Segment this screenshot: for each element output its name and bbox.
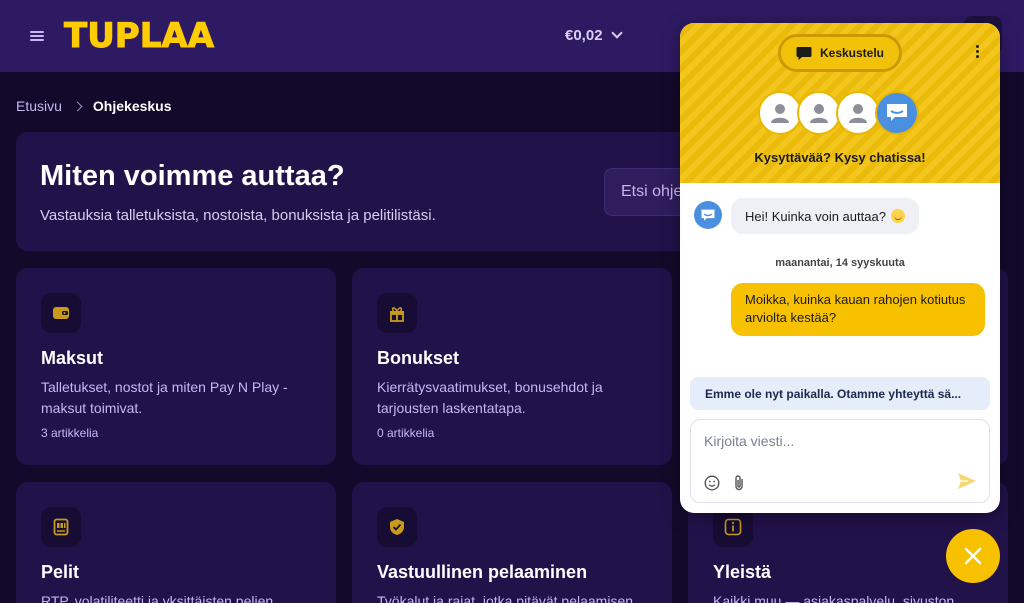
card-description: RTP, volatiliteetti ja yksittäisten peli… bbox=[41, 593, 274, 603]
balance-value: €0,02 bbox=[565, 27, 603, 44]
category-card-vastuullinen-pelaaminen[interactable]: Vastuullinen pelaaminen Työkalut ja raja… bbox=[352, 482, 672, 603]
card-description: Työkalut ja rajat, jotka pitävät pelaami… bbox=[377, 593, 634, 603]
page-subtitle: Vastauksia talletuksista, nostoista, bon… bbox=[40, 207, 436, 224]
breadcrumb-home-link[interactable]: Etusivu bbox=[16, 98, 62, 114]
chat-tab[interactable]: Keskustelu bbox=[778, 34, 902, 72]
offline-notice[interactable]: Emme ole nyt paikalla. Otamme yhteyttä s… bbox=[690, 377, 990, 410]
card-description: Kierrätysvaatimukset, bonusehdot ja tarj… bbox=[377, 379, 603, 416]
bot-message-text: Hei! Kuinka voin auttaa? bbox=[745, 208, 886, 224]
agent-avatars bbox=[758, 91, 928, 135]
card-title: Bonukset bbox=[377, 348, 460, 368]
bot-message-avatar-icon bbox=[694, 201, 722, 229]
close-icon bbox=[964, 547, 982, 565]
help-hero: Miten voimme auttaa? Vastauksia talletuk… bbox=[16, 132, 724, 251]
breadcrumb-current: Ohjekeskus bbox=[92, 98, 172, 114]
agent-avatar bbox=[836, 91, 880, 135]
card-title: Pelit bbox=[41, 562, 80, 582]
chat-header: Keskustelu Kysyttävää? Kysy chatissa! bbox=[680, 23, 1000, 183]
chat-tab-label: Keskustelu bbox=[819, 46, 885, 60]
breadcrumb: Etusivu Ohjekeskus bbox=[16, 98, 172, 114]
card-title: Vastuullinen pelaaminen bbox=[377, 562, 588, 582]
balance-dropdown[interactable]: €0,02 bbox=[565, 27, 623, 44]
card-article-count: 0 artikkelia bbox=[377, 426, 435, 440]
date-separator: maanantai, 14 syyskuuta bbox=[775, 257, 905, 269]
chat-launcher-button[interactable] bbox=[946, 529, 1000, 583]
more-options-icon[interactable] bbox=[976, 45, 980, 59]
agent-avatar bbox=[758, 91, 802, 135]
chevron-down-icon bbox=[610, 27, 623, 39]
bot-message: Hei! Kuinka voin auttaa? bbox=[731, 198, 919, 234]
send-icon[interactable] bbox=[957, 472, 977, 490]
smile-emoji-icon bbox=[890, 209, 905, 223]
chevron-right-icon bbox=[72, 101, 83, 111]
agent-avatar bbox=[797, 91, 841, 135]
category-card-bonukset[interactable]: Bonukset Kierrätysvaatimukset, bonusehdo… bbox=[352, 268, 672, 465]
card-description: Talletukset, nostot ja miten Pay N Play … bbox=[41, 379, 288, 416]
bot-avatar-icon bbox=[875, 91, 919, 135]
logo[interactable]: TUPLAA bbox=[63, 16, 214, 57]
slot-machine-icon bbox=[41, 507, 81, 547]
category-card-maksut[interactable]: Maksut Talletukset, nostot ja miten Pay … bbox=[16, 268, 336, 465]
chat-widget: Keskustelu Kysyttävää? Kysy chatissa! He… bbox=[680, 23, 1000, 513]
info-icon bbox=[713, 507, 753, 547]
hamburger-menu-icon[interactable] bbox=[30, 31, 44, 41]
gift-icon bbox=[377, 293, 417, 333]
shield-check-icon bbox=[377, 507, 417, 547]
message-composer bbox=[690, 419, 990, 503]
attachment-icon[interactable] bbox=[732, 474, 746, 492]
category-card-pelit[interactable]: Pelit RTP, volatiliteetti ja yksittäiste… bbox=[16, 482, 336, 603]
chat-bubble-icon bbox=[796, 46, 812, 60]
emoji-icon[interactable] bbox=[704, 475, 720, 491]
message-input[interactable] bbox=[704, 433, 974, 449]
chat-tagline: Kysyttävää? Kysy chatissa! bbox=[754, 150, 926, 165]
card-title: Maksut bbox=[41, 348, 104, 368]
card-article-count: 3 artikkelia bbox=[41, 426, 99, 440]
page-title: Miten voimme auttaa? bbox=[40, 160, 345, 192]
card-description: Kaikki muu — asiakaspalvelu, sivuston bbox=[713, 593, 955, 603]
wallet-icon bbox=[41, 293, 81, 333]
card-title: Yleistä bbox=[713, 562, 772, 582]
user-message: Moikka, kuinka kauan rahojen kotiutus ar… bbox=[731, 283, 985, 336]
